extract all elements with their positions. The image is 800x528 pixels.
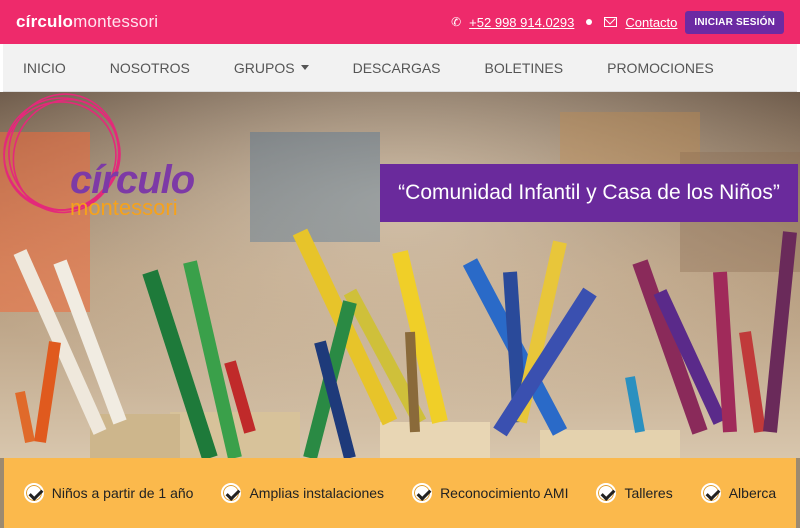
logo-word-montessori: montessori: [70, 195, 178, 220]
feature-item: Amplias instalaciones: [221, 483, 384, 503]
chevron-down-icon: [300, 65, 309, 70]
brand-bold: círculo: [16, 12, 74, 31]
mail-icon: [604, 17, 618, 27]
nav-item-label: NOSOTROS: [109, 59, 190, 76]
nav-item-label: INICIO: [23, 59, 66, 76]
features-bar: Niños a partir de 1 año Amplias instalac…: [0, 458, 800, 528]
top-bar: círculomontessori ✆ +52 998 914.0293 Con…: [0, 0, 800, 44]
feature-label: Niños a partir de 1 año: [51, 485, 194, 501]
phone-icon: ✆: [451, 15, 462, 29]
feature-item: Reconocimiento AMI: [412, 483, 568, 503]
logo-word-circulo: círculo: [70, 158, 195, 202]
nav-item-grupos[interactable]: GRUPOS: [234, 60, 309, 76]
feature-item: Niños a partir de 1 año: [23, 483, 194, 503]
feature-item: Alberca: [700, 483, 777, 503]
check-icon: [412, 483, 433, 503]
check-icon: [23, 483, 44, 503]
nav-item-nosotros[interactable]: NOSOTROS: [110, 60, 190, 76]
nav-item-label: BOLETINES: [484, 59, 564, 76]
features-list: Niños a partir de 1 año Amplias instalac…: [4, 458, 796, 528]
nav-item-descargas[interactable]: DESCARGAS: [353, 60, 441, 76]
phone-link[interactable]: +52 998 914.0293: [469, 15, 574, 30]
nav-item-boletines[interactable]: BOLETINES: [485, 60, 564, 76]
separator-dot: [586, 19, 593, 25]
brand-logo[interactable]: círculomontessori: [16, 12, 158, 32]
feature-label: Amplias instalaciones: [249, 485, 385, 501]
check-icon: [596, 483, 617, 503]
nav-item-label: GRUPOS: [233, 59, 295, 76]
nav-item-label: PROMOCIONES: [607, 59, 714, 76]
contact-link[interactable]: Contacto: [625, 15, 677, 30]
check-icon: [221, 483, 242, 503]
feature-label: Reconocimiento AMI: [440, 485, 569, 501]
login-button[interactable]: INICIAR SESIÓN: [685, 10, 784, 34]
feature-item: Talleres: [596, 483, 673, 503]
hero-banner: círculo montessori “Comunidad Infantil y…: [0, 92, 800, 458]
nav-item-label: DESCARGAS: [352, 59, 441, 76]
brand-light: montessori: [73, 12, 159, 31]
hero-tagline: “Comunidad Infantil y Casa de los Niños”: [380, 164, 798, 222]
check-icon: [700, 483, 721, 503]
main-nav: INICIO NOSOTROS GRUPOS DESCARGAS BOLETIN…: [3, 44, 797, 92]
hero-logo[interactable]: círculo montessori: [70, 158, 195, 220]
nav-item-promociones[interactable]: PROMOCIONES: [607, 60, 714, 76]
top-contact-area: ✆ +52 998 914.0293 Contacto INICIAR SESI…: [451, 10, 784, 34]
feature-label: Talleres: [624, 485, 673, 501]
nav-item-inicio[interactable]: INICIO: [23, 60, 66, 76]
feature-label: Alberca: [728, 485, 777, 501]
